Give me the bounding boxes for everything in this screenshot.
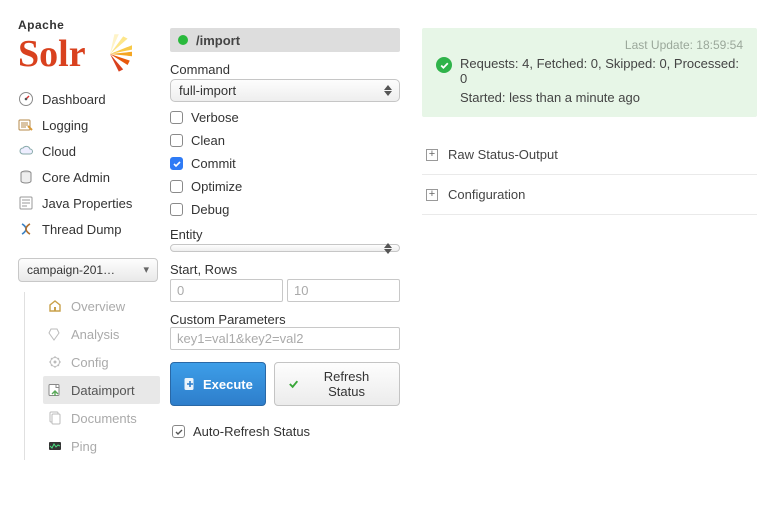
verbose-label: Verbose — [191, 110, 239, 125]
check-icon — [174, 427, 184, 437]
handler-path: /import — [196, 33, 240, 48]
corenav-label: Analysis — [71, 327, 119, 342]
debug-label: Debug — [191, 202, 229, 217]
expand-icon: + — [426, 189, 438, 201]
accordion-configuration[interactable]: + Configuration — [422, 175, 757, 215]
status-box: Last Update: 18:59:54 Requests: 4, Fetch… — [422, 28, 757, 117]
corenav-label: Overview — [71, 299, 125, 314]
ping-icon — [47, 438, 63, 454]
success-icon — [436, 57, 452, 73]
corenav-ping[interactable]: Ping — [43, 432, 160, 460]
check-icon — [172, 159, 182, 169]
config-icon — [47, 354, 63, 370]
status-panel: Last Update: 18:59:54 Requests: 4, Fetch… — [410, 0, 775, 510]
entity-label: Entity — [170, 227, 400, 242]
dashboard-icon — [18, 91, 34, 107]
nav-coreadmin[interactable]: Core Admin — [18, 164, 160, 190]
nav-label: Dashboard — [42, 92, 106, 107]
commit-checkbox[interactable] — [170, 157, 183, 170]
nav-label: Cloud — [42, 144, 76, 159]
sidebar: Apache Solr — [0, 0, 160, 510]
select-arrows-icon — [383, 241, 393, 255]
core-selector-value: campaign-201… — [27, 263, 115, 277]
logo-solr: Solr — [18, 37, 86, 71]
logging-icon — [18, 117, 34, 133]
javaprops-icon — [18, 195, 34, 211]
commit-label: Commit — [191, 156, 236, 171]
dataimport-form: /import Command full-import Verbose Clea… — [160, 0, 410, 510]
corenav-config[interactable]: Config — [43, 348, 160, 376]
nav-label: Logging — [42, 118, 88, 133]
corenav-documents[interactable]: Documents — [43, 404, 160, 432]
execute-button[interactable]: Execute — [170, 362, 266, 406]
clean-checkbox[interactable] — [170, 134, 183, 147]
accordion-raw-status[interactable]: + Raw Status-Output — [422, 135, 757, 175]
core-selector[interactable]: campaign-201… — [18, 258, 158, 282]
corenav-label: Dataimport — [71, 383, 135, 398]
nav-logging[interactable]: Logging — [18, 112, 160, 138]
clean-label: Clean — [191, 133, 225, 148]
primary-nav: Dashboard Logging Cloud Core Admin — [18, 86, 160, 242]
status-line-1: Requests: 4, Fetched: 0, Skipped: 0, Pro… — [460, 56, 743, 86]
autorefresh-label: Auto-Refresh Status — [193, 424, 310, 439]
corenav-overview[interactable]: Overview — [43, 292, 160, 320]
customparams-input[interactable] — [170, 327, 400, 350]
refresh-label: Refresh Status — [306, 369, 387, 399]
nav-cloud[interactable]: Cloud — [18, 138, 160, 164]
status-dot-icon — [178, 35, 188, 45]
autorefresh-checkbox[interactable] — [172, 425, 185, 438]
startrows-label: Start, Rows — [170, 262, 400, 277]
execute-icon — [183, 377, 197, 391]
corenav-label: Ping — [71, 439, 97, 454]
last-update: Last Update: 18:59:54 — [436, 38, 743, 52]
command-label: Command — [170, 62, 400, 77]
start-input[interactable] — [170, 279, 283, 302]
check-green-icon — [287, 377, 300, 391]
select-arrows-icon — [383, 84, 393, 98]
corenav-label: Config — [71, 355, 109, 370]
optimize-checkbox[interactable] — [170, 180, 183, 193]
corenav-label: Documents — [71, 411, 137, 426]
documents-icon — [47, 410, 63, 426]
nav-label: Core Admin — [42, 170, 110, 185]
analysis-icon — [47, 326, 63, 342]
coreadmin-icon — [18, 169, 34, 185]
accordion-label: Configuration — [448, 187, 525, 202]
nav-label: Thread Dump — [42, 222, 121, 237]
command-select[interactable]: full-import — [170, 79, 400, 102]
corenav-dataimport[interactable]: Dataimport — [43, 376, 160, 404]
nav-javaprops[interactable]: Java Properties — [18, 190, 160, 216]
sun-icon — [88, 32, 132, 76]
execute-label: Execute — [203, 377, 253, 392]
nav-dashboard[interactable]: Dashboard — [18, 86, 160, 112]
rows-input[interactable] — [287, 279, 400, 302]
solr-logo: Apache Solr — [18, 18, 160, 76]
handler-bar: /import — [170, 28, 400, 52]
status-line-2: Started: less than a minute ago — [460, 90, 743, 105]
nav-threaddump[interactable]: Thread Dump — [18, 216, 160, 242]
optimize-label: Optimize — [191, 179, 242, 194]
customparams-label: Custom Parameters — [170, 312, 400, 327]
refresh-button[interactable]: Refresh Status — [274, 362, 400, 406]
debug-checkbox[interactable] — [170, 203, 183, 216]
threaddump-icon — [18, 221, 34, 237]
overview-icon — [47, 298, 63, 314]
verbose-checkbox[interactable] — [170, 111, 183, 124]
expand-icon: + — [426, 149, 438, 161]
core-nav: Overview Analysis Config Dataimport — [24, 292, 160, 460]
command-value: full-import — [179, 83, 236, 98]
dataimport-icon — [47, 382, 63, 398]
logo-apache: Apache — [18, 18, 160, 32]
corenav-analysis[interactable]: Analysis — [43, 320, 160, 348]
cloud-icon — [18, 143, 34, 159]
entity-select[interactable] — [170, 244, 400, 252]
accordion-label: Raw Status-Output — [448, 147, 558, 162]
nav-label: Java Properties — [42, 196, 132, 211]
